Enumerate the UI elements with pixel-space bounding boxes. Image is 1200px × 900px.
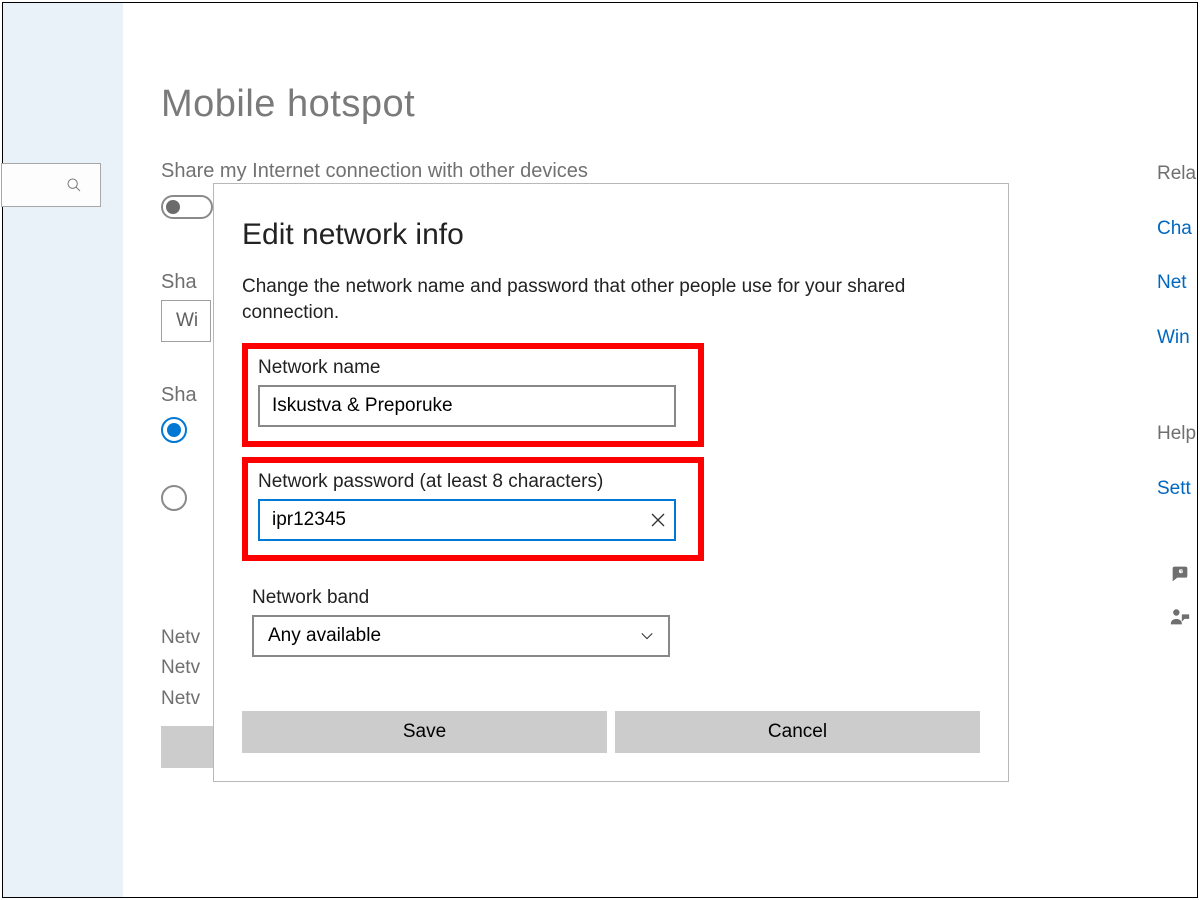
save-button[interactable]: Save: [242, 711, 607, 753]
info-label: Netv: [161, 684, 213, 714]
info-label: Netv: [161, 623, 213, 653]
related-link[interactable]: Net: [1157, 270, 1197, 297]
dialog-title: Edit network info: [242, 218, 980, 252]
right-sidebar: Rela Cha Net Win Help Sett: [1157, 161, 1197, 503]
network-band-value: Any available: [268, 625, 381, 647]
toggle-knob: [166, 200, 180, 214]
network-password-input[interactable]: [258, 499, 676, 541]
network-info-labels: Netv Netv Netv: [161, 623, 213, 768]
edit-network-dialog: Edit network info Change the network nam…: [213, 183, 1009, 782]
chevron-down-icon: [640, 629, 654, 643]
network-name-label: Network name: [258, 357, 688, 379]
search-input[interactable]: [1, 163, 101, 207]
feedback-icon[interactable]: [1169, 607, 1191, 629]
window-frame: Mobile hotspot Share my Internet connect…: [2, 2, 1198, 898]
share-from-dropdown[interactable]: Wi: [161, 300, 211, 342]
clear-input-icon[interactable]: [650, 512, 666, 528]
left-nav-rail: [3, 3, 123, 897]
related-link[interactable]: Cha: [1157, 216, 1197, 243]
network-band-group: Network band Any available: [242, 587, 980, 657]
right-action-icons: ?: [1169, 563, 1191, 629]
network-band-label: Network band: [252, 587, 980, 609]
share-connection-label: Share my Internet connection with other …: [161, 160, 1197, 183]
info-label: Netv: [161, 653, 213, 683]
help-link[interactable]: Sett: [1157, 476, 1197, 503]
edit-button-bg[interactable]: [161, 726, 213, 768]
cancel-button[interactable]: Cancel: [615, 711, 980, 753]
page-title: Mobile hotspot: [161, 83, 1197, 126]
help-heading: Help: [1157, 421, 1197, 448]
network-password-group: Network password (at least 8 characters): [242, 457, 704, 561]
share-from-value: Wi: [176, 310, 198, 332]
radio-unselected-icon: [161, 485, 187, 511]
network-password-label: Network password (at least 8 characters): [258, 471, 688, 493]
share-toggle[interactable]: [161, 195, 213, 219]
network-band-dropdown[interactable]: Any available: [252, 615, 670, 657]
dialog-button-row: Save Cancel: [242, 711, 980, 753]
search-icon: [66, 177, 82, 193]
network-name-input[interactable]: [258, 385, 676, 427]
dialog-description: Change the network name and password tha…: [242, 274, 962, 325]
related-link[interactable]: Win: [1157, 325, 1197, 352]
help-chat-icon[interactable]: ?: [1169, 563, 1191, 585]
radio-selected-icon: [161, 417, 187, 443]
network-name-group: Network name: [242, 343, 704, 447]
related-heading: Rela: [1157, 161, 1197, 188]
